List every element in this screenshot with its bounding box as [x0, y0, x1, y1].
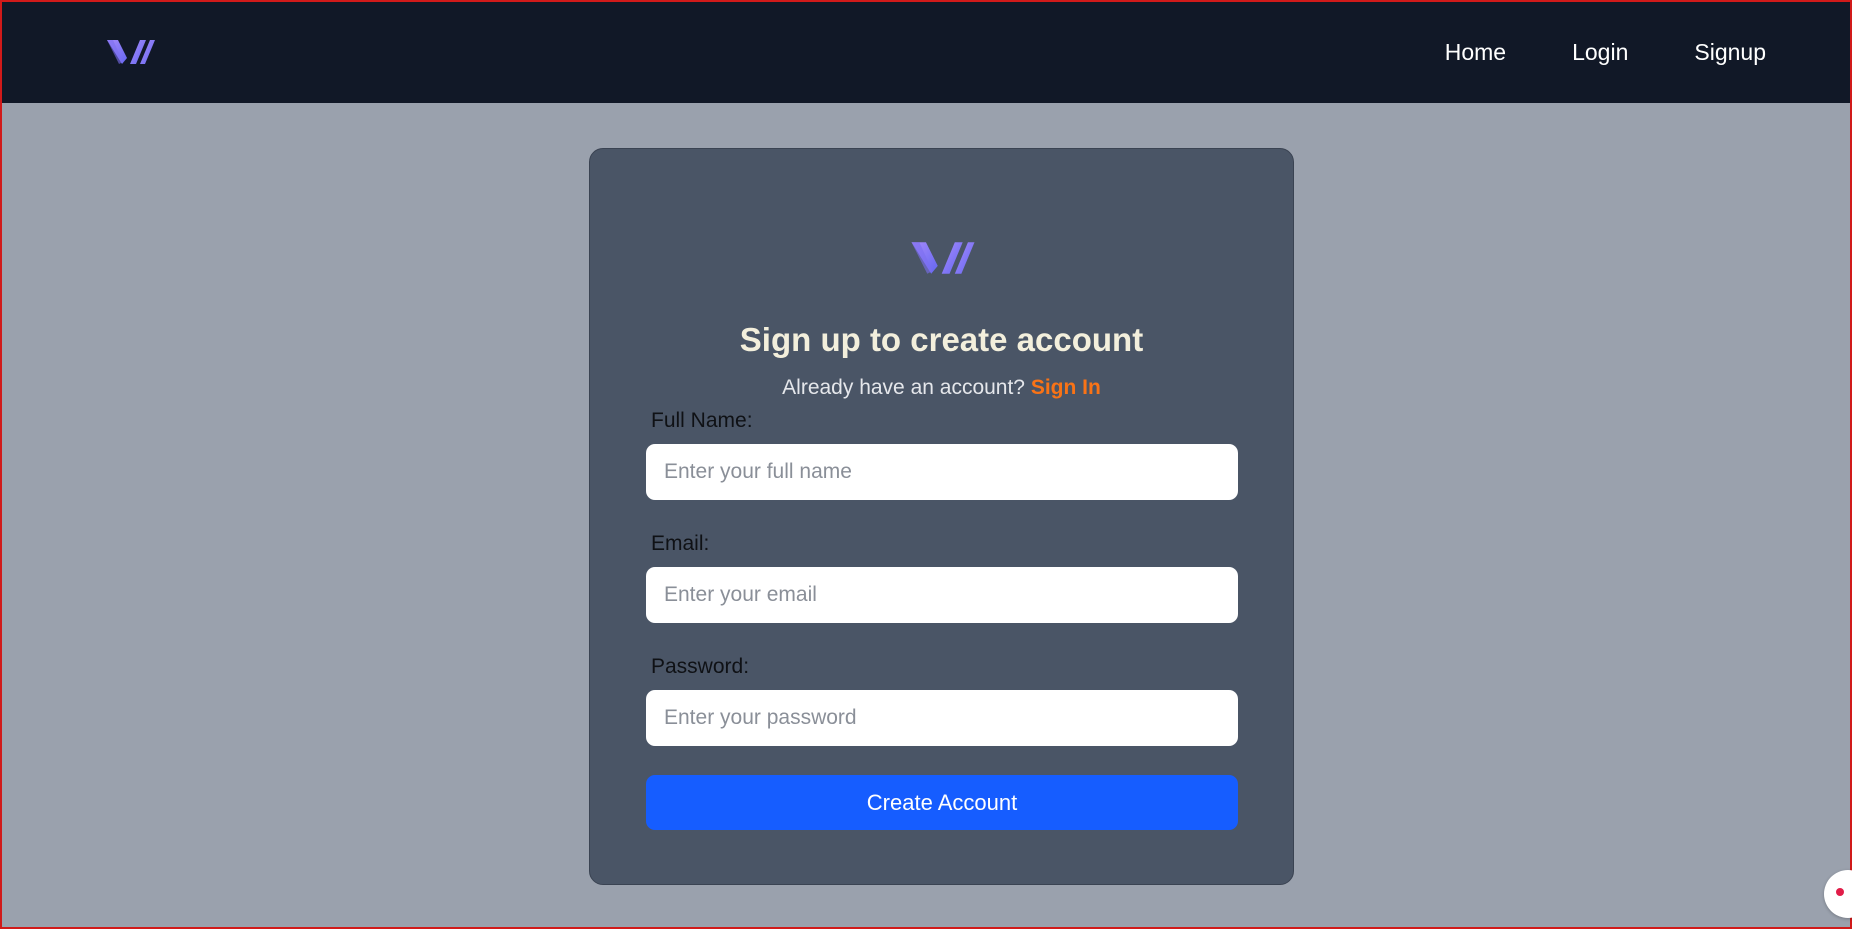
full-name-input[interactable]	[646, 444, 1238, 500]
email-label: Email:	[651, 532, 710, 555]
create-account-button[interactable]: Create Account	[646, 775, 1238, 830]
page-title: Sign up to create account	[739, 321, 1144, 358]
nav-signup-link[interactable]: Signup	[1694, 39, 1766, 66]
logo-icon	[911, 242, 975, 274]
nav-home-link[interactable]: Home	[1445, 39, 1506, 66]
signin-link[interactable]: Sign In	[1031, 376, 1101, 399]
signin-prompt-text: Already have an account?	[782, 376, 1025, 399]
nav-login-link[interactable]: Login	[1572, 39, 1628, 66]
notification-dot-icon	[1836, 888, 1844, 896]
logo-icon[interactable]	[106, 36, 156, 68]
nav-links: Home Login Signup	[1445, 2, 1766, 103]
password-label: Password:	[651, 655, 750, 678]
chat-widget-button[interactable]	[1824, 870, 1852, 918]
password-input[interactable]	[646, 690, 1238, 746]
email-input[interactable]	[646, 567, 1238, 623]
signup-card: Sign up to create account Already have a…	[589, 148, 1294, 885]
signin-prompt-row: Already have an account? Sign In	[590, 376, 1293, 400]
top-navbar: Home Login Signup	[2, 2, 1850, 103]
full-name-label: Full Name:	[651, 409, 753, 432]
